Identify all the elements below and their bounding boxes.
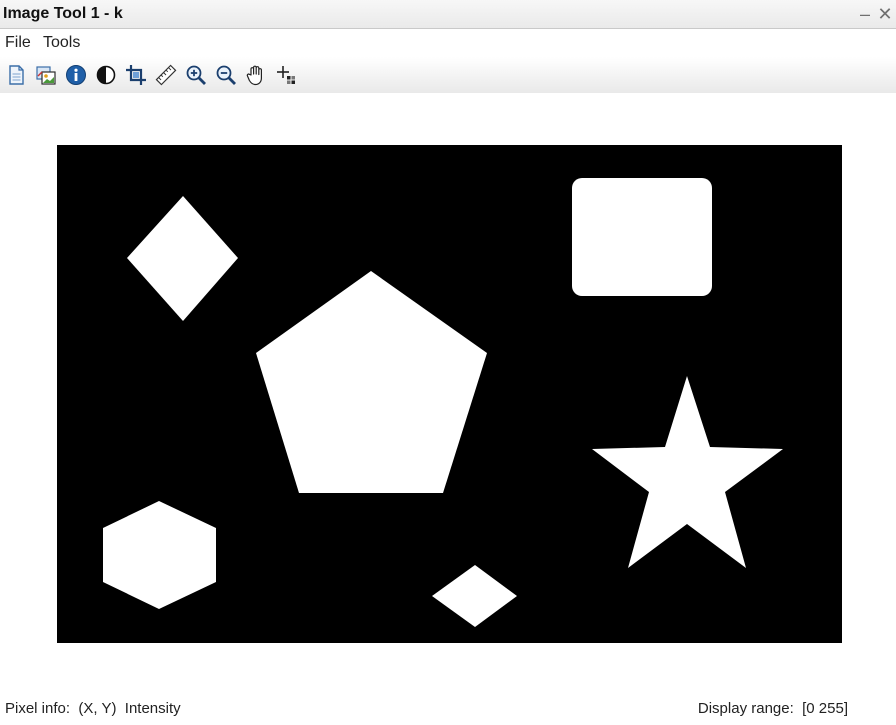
display-range: Display range: [0 255]: [698, 700, 848, 717]
pan-hand-icon[interactable]: [244, 63, 268, 87]
contrast-icon[interactable]: [94, 63, 118, 87]
window-title: Image Tool 1 - k: [3, 5, 123, 22]
crop-icon[interactable]: [124, 63, 148, 87]
menu-bar: File Tools: [0, 29, 896, 57]
image-display[interactable]: [57, 145, 842, 643]
info-icon[interactable]: [64, 63, 88, 87]
image-viewer-icon[interactable]: [34, 63, 58, 87]
status-bar: Pixel info: (X, Y) Intensity Display ran…: [0, 693, 896, 725]
menu-file[interactable]: File: [5, 34, 31, 52]
display-range-value: [0 255]: [802, 700, 848, 717]
new-document-icon[interactable]: [4, 63, 28, 87]
pixel-info-label: Pixel info:: [5, 700, 71, 717]
menu-tools[interactable]: Tools: [43, 34, 80, 52]
toolbar: [0, 57, 896, 93]
title-bar: Image Tool 1 - k – ✕: [0, 0, 896, 29]
ruler-icon[interactable]: [154, 63, 178, 87]
pixel-info: Pixel info: (X, Y) Intensity: [5, 700, 181, 717]
image-tool-window: Image Tool 1 - k – ✕ File Tools Pixel in…: [0, 0, 896, 725]
minimize-button[interactable]: –: [856, 4, 874, 24]
pixel-region-icon[interactable]: [274, 63, 298, 87]
display-range-label: Display range:: [697, 700, 794, 717]
zoom-in-icon[interactable]: [184, 63, 208, 87]
zoom-out-icon[interactable]: [214, 63, 238, 87]
image-canvas-area[interactable]: [0, 93, 896, 693]
pixel-info-value: (X, Y) Intensity: [78, 700, 181, 717]
close-button[interactable]: ✕: [876, 4, 894, 24]
rounded-rectangle-shape: [572, 178, 712, 296]
